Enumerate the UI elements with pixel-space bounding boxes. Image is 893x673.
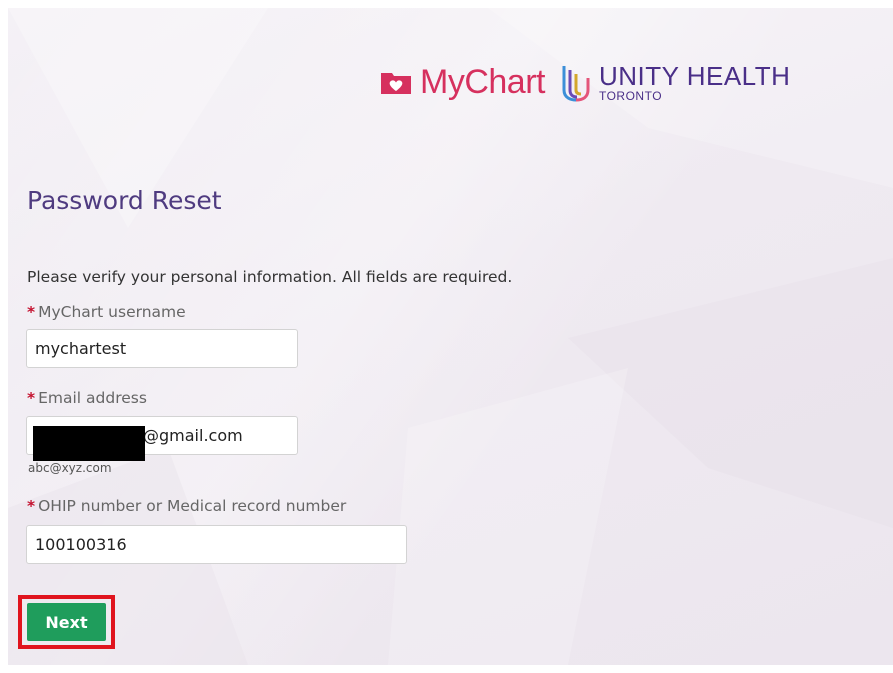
required-marker: * <box>27 389 36 407</box>
unity-health-icon <box>562 66 590 102</box>
username-label-text: MyChart username <box>38 303 186 321</box>
instructions-text: Please verify your personal information.… <box>27 268 513 286</box>
email-hint: abc@xyz.com <box>28 461 112 475</box>
unity-health-logo-text: UNITY HEALTH <box>598 60 791 91</box>
login-panel: MyChart UNITY HEALTH TORONTO Password Re… <box>8 8 893 665</box>
next-button[interactable]: Next <box>27 603 106 641</box>
page-title: Password Reset <box>27 186 222 215</box>
mychart-logo: MyChart <box>380 62 545 102</box>
unity-health-logo: UNITY HEALTH TORONTO <box>559 62 790 102</box>
folder-heart-icon <box>381 73 411 94</box>
email-label-text: Email address <box>38 389 147 407</box>
username-label: * MyChart username <box>27 303 186 321</box>
required-marker: * <box>27 497 36 515</box>
next-button-highlight: Next <box>18 595 115 649</box>
unity-health-logo-subtext: TORONTO <box>598 88 663 103</box>
email-label: * Email address <box>27 389 147 407</box>
redaction-block <box>33 426 145 461</box>
id-number-input[interactable] <box>26 525 407 564</box>
username-input[interactable] <box>26 329 298 368</box>
id-number-label: * OHIP number or Medical record number <box>27 497 346 515</box>
header-logos: MyChart UNITY HEALTH TORONTO <box>380 52 790 112</box>
id-number-label-text: OHIP number or Medical record number <box>38 497 347 515</box>
mychart-logo-text: MyChart <box>420 63 545 101</box>
required-marker: * <box>27 303 36 321</box>
